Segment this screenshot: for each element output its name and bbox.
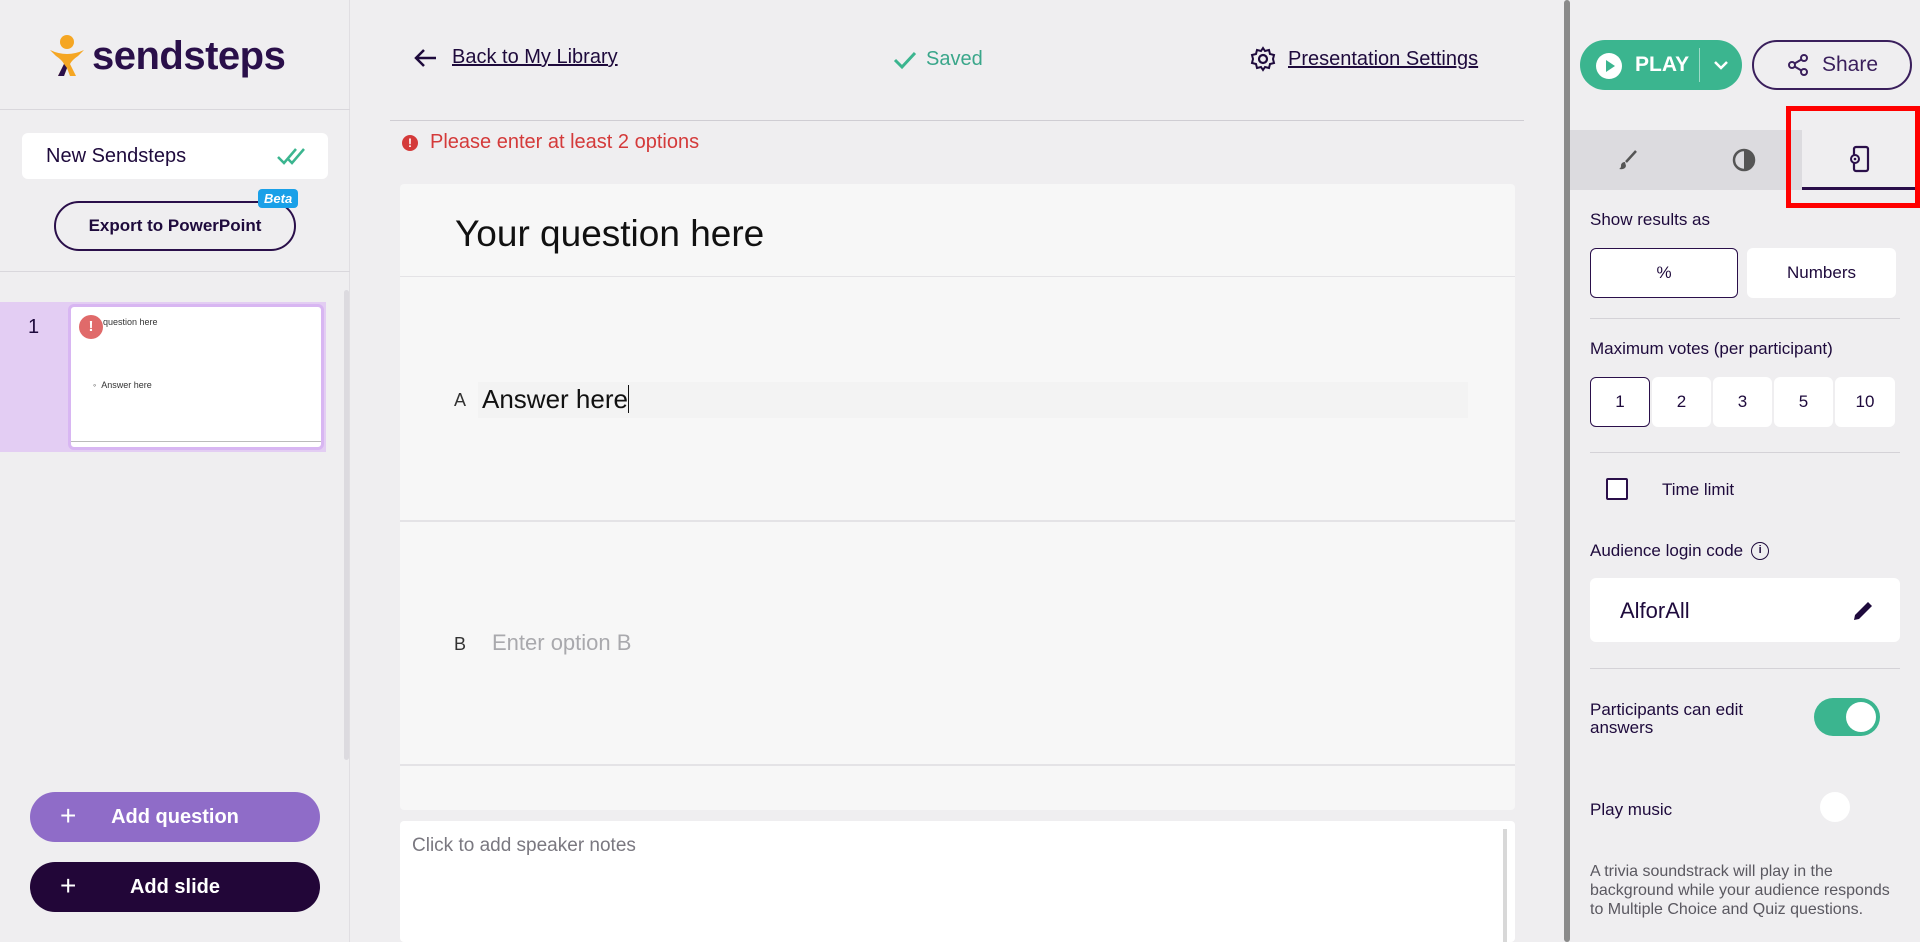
sidebar-divider — [0, 271, 350, 272]
info-icon[interactable]: i — [1751, 542, 1770, 560]
add-question-button[interactable]: + Add question — [30, 792, 320, 842]
option-divider — [400, 520, 1515, 522]
login-code-heading: Audience login code i — [1590, 541, 1770, 561]
paintbrush-icon — [1619, 150, 1637, 170]
edit-answers-label: Participants can edit answers — [1590, 700, 1744, 737]
toggle-knob — [1846, 702, 1876, 732]
check-icon — [893, 51, 917, 69]
option-b-letter: B — [454, 634, 467, 654]
error-icon: ! — [402, 134, 418, 151]
time-limit-label: Time limit — [1662, 480, 1735, 499]
play-music-toggle[interactable] — [1820, 792, 1850, 822]
option-divider — [400, 764, 1515, 766]
thumbnail-question: question here — [103, 317, 158, 327]
export-to-powerpoint-button[interactable]: Export to PowerPoint — [54, 201, 296, 251]
add-slide-button[interactable]: + Add slide — [30, 862, 320, 912]
text-caret — [627, 385, 629, 413]
add-slide-label: Add slide — [129, 875, 220, 898]
highlight-box — [1786, 106, 1920, 208]
plus-icon: + — [60, 870, 77, 901]
sidebar-divider — [0, 109, 350, 110]
notes-scrollbar[interactable] — [1503, 829, 1507, 942]
max-votes-label: Maximum votes (per participant) — [1590, 339, 1833, 358]
error-message: Please enter at least 2 options — [430, 131, 700, 153]
question-title-input[interactable]: Your question here — [455, 213, 764, 255]
slide-number: 1 — [28, 316, 40, 338]
share-icon — [1787, 54, 1808, 76]
max-votes-option[interactable]: 2 — [1652, 377, 1711, 427]
share-button[interactable]: Share — [1752, 40, 1912, 90]
slide-list-item[interactable]: 1 question here ◦ Answer here ! — [0, 302, 326, 452]
validation-error: ! Please enter at least 2 options — [402, 131, 699, 154]
time-limit-checkbox[interactable] — [1606, 478, 1628, 500]
settings-label: Presentation Settings — [1288, 47, 1479, 70]
back-label: Back to My Library — [452, 46, 618, 68]
max-votes-option[interactable]: 3 — [1713, 377, 1772, 427]
play-music-label: Play music — [1590, 800, 1673, 819]
thumbnail-divider — [71, 441, 321, 442]
speaker-notes-placeholder: Click to add speaker notes — [412, 835, 636, 856]
logo-person-icon — [50, 35, 84, 76]
max-votes-option[interactable]: 10 — [1835, 377, 1895, 427]
share-label: Share — [1821, 53, 1879, 76]
results-percent-option[interactable]: % — [1590, 248, 1738, 298]
max-votes-option[interactable]: 1 — [1590, 377, 1650, 427]
logo-text: sendsteps — [92, 33, 286, 78]
beta-badge: Beta — [258, 189, 299, 208]
add-question-label: Add question — [111, 805, 239, 828]
play-button[interactable]: PLAY — [1580, 40, 1742, 90]
plus-icon: + — [60, 800, 77, 831]
gear-icon — [1250, 46, 1276, 72]
speaker-notes[interactable]: Click to add speaker notes — [400, 821, 1515, 942]
slide-list-scrollbar[interactable] — [344, 290, 349, 760]
chevron-down-icon[interactable] — [1710, 54, 1732, 76]
results-numbers-option[interactable]: Numbers — [1747, 248, 1896, 298]
show-results-label: Show results as — [1590, 210, 1710, 229]
slide-thumbnail[interactable]: question here ◦ Answer here ! — [68, 304, 324, 450]
panel-divider — [1590, 452, 1900, 453]
card-divider — [400, 276, 1515, 277]
option-a-input[interactable]: Answer here — [482, 384, 629, 415]
header-divider — [390, 120, 1524, 121]
slide-error-icon: ! — [79, 315, 103, 339]
presentation-title: New Sendsteps — [46, 144, 187, 167]
arrow-left-icon — [414, 48, 436, 67]
thumbnail-answer-text: Answer here — [101, 380, 152, 390]
login-code-field[interactable]: AlforAll — [1590, 578, 1900, 642]
login-code-label: Audience login code — [1590, 541, 1744, 560]
login-code-value: AlforAll — [1620, 598, 1690, 623]
panel-divider — [1590, 318, 1900, 319]
option-b-input[interactable]: Enter option B — [492, 630, 631, 656]
edit-answers-toggle[interactable] — [1814, 698, 1880, 736]
double-check-icon — [277, 148, 305, 165]
saved-status: Saved — [892, 48, 983, 71]
play-label: PLAY — [1635, 53, 1690, 76]
play-divider — [1699, 48, 1700, 82]
main-editor: Back to My Library Saved Presentation Se… — [350, 0, 1564, 942]
max-votes-option[interactable]: 5 — [1774, 377, 1833, 427]
pencil-icon[interactable] — [1850, 598, 1876, 624]
tab-design[interactable] — [1570, 130, 1686, 190]
sendsteps-logo[interactable]: sendsteps — [48, 32, 286, 80]
play-music-description: A trivia soundstrack will play in the ba… — [1590, 863, 1890, 918]
max-votes-selector: 1 2 3 5 10 — [1590, 377, 1900, 427]
left-sidebar: sendsteps New Sendsteps Export to PowerP… — [0, 0, 350, 942]
question-card: Your question here A Answer here B Enter… — [400, 184, 1515, 810]
tab-theme[interactable] — [1686, 130, 1802, 190]
option-a-text: Answer here — [482, 384, 628, 414]
saved-label: Saved — [926, 48, 983, 70]
presentation-title-field[interactable]: New Sendsteps — [22, 133, 328, 179]
play-icon — [1596, 53, 1622, 79]
option-a-letter: A — [454, 390, 467, 410]
contrast-icon — [1732, 148, 1756, 172]
presentation-settings-link[interactable]: Presentation Settings — [1250, 46, 1478, 72]
show-results-toggle: % Numbers — [1590, 248, 1900, 298]
panel-divider — [1590, 668, 1900, 669]
thumbnail-answer: ◦ Answer here — [93, 380, 152, 390]
back-to-library-link[interactable]: Back to My Library — [414, 46, 618, 69]
